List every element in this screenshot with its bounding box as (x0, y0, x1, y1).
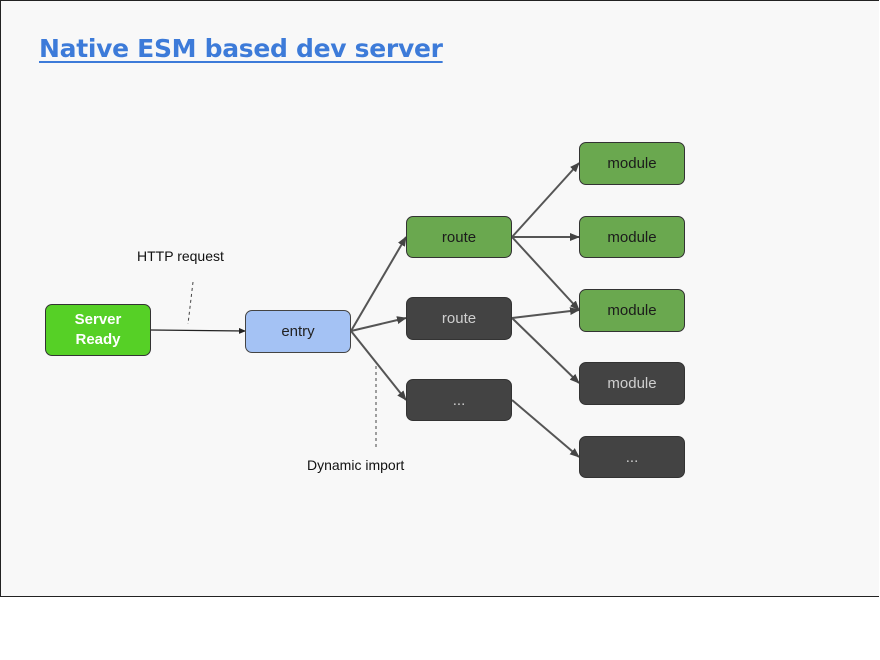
edge-route_2-to-module_4 (511, 399, 580, 458)
module-node: ... (579, 436, 685, 478)
module-node: module (579, 289, 685, 332)
edge-route_0-to-module_0 (511, 162, 580, 238)
http-request-label: HTTP request (137, 248, 224, 264)
edge-route_1-to-module_2 (511, 307, 580, 319)
route-node: route (406, 297, 512, 340)
dynamic-import-label: Dynamic import (307, 457, 405, 473)
edge-route_1-to-module_3 (511, 317, 580, 384)
edge-entry-to-route_1 (350, 316, 407, 332)
edge-route_0-to-module_2 (511, 236, 580, 311)
http-request-pointer (187, 281, 194, 325)
module-node: module (579, 142, 685, 185)
entry-node: entry (245, 310, 351, 353)
edge-entry-to-route_2 (350, 330, 407, 401)
server-ready-node: Server Ready (45, 304, 151, 356)
route-node: ... (406, 379, 512, 421)
module-node: module (579, 216, 685, 258)
edge-entry-to-route_0 (350, 236, 407, 332)
route-node: route (406, 216, 512, 258)
edge-server_ready-to-entry (150, 327, 246, 334)
module-node: module (579, 362, 685, 405)
